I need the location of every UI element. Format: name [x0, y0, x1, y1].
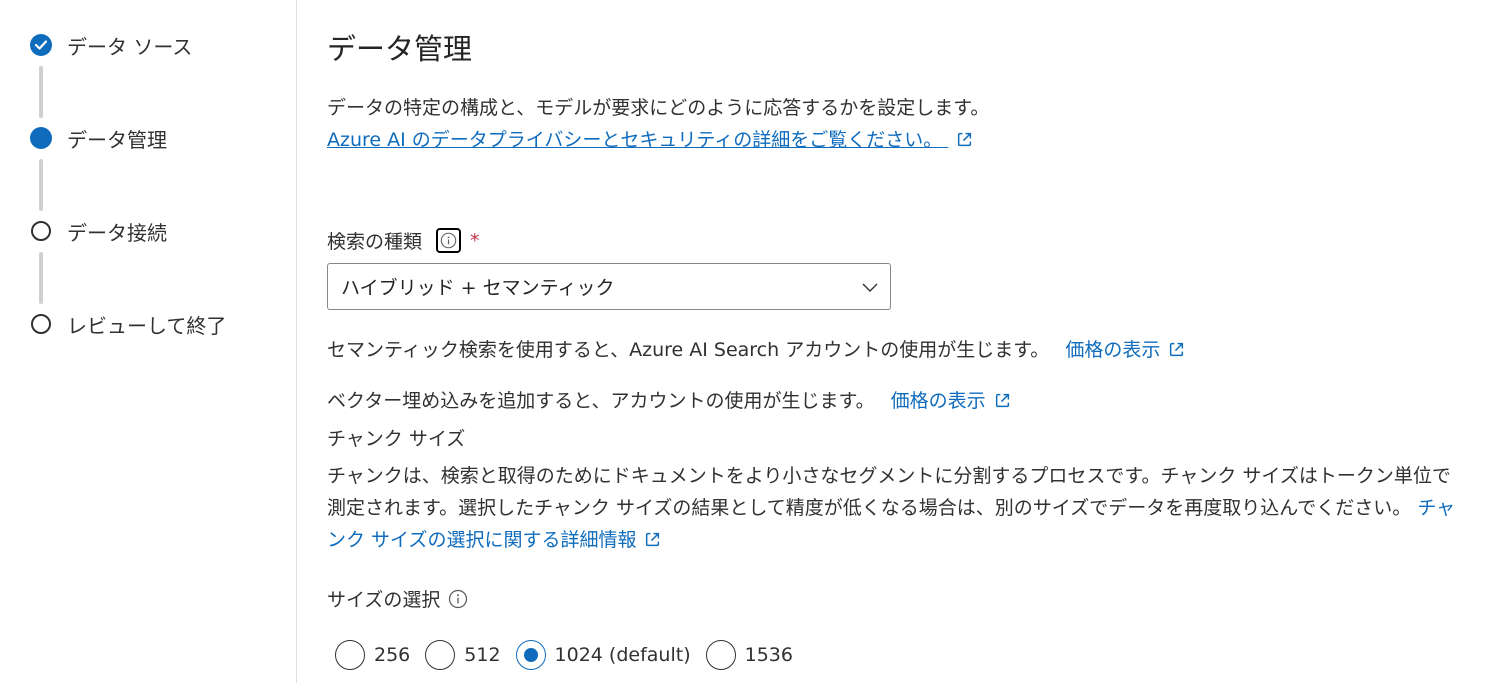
radio-button[interactable] — [425, 640, 456, 670]
step-data-management[interactable]: データ管理 — [30, 126, 167, 152]
pending-step-icon — [31, 221, 51, 241]
chunk-size-option-512[interactable]: 512 — [425, 640, 501, 670]
step-connector — [39, 66, 43, 118]
radio-button-selected[interactable] — [515, 640, 546, 670]
page-description: データの特定の構成と、モデルが要求にどのように応答するかを設定します。 — [327, 97, 990, 119]
open-external-icon — [646, 532, 660, 547]
radio-label: 1536 — [744, 644, 793, 666]
pending-step-icon — [31, 314, 51, 334]
privacy-security-link[interactable]: Azure AI のデータプライバシーとセキュリティの詳細をご覧ください。 — [327, 125, 973, 152]
vector-pricing-link[interactable]: 価格の表示 — [891, 390, 1011, 412]
step-label: データ管理 — [67, 127, 167, 152]
radio-button[interactable] — [705, 640, 736, 670]
open-external-icon — [1170, 342, 1184, 357]
radio-label: 256 — [374, 644, 411, 666]
semantic-pricing-link[interactable]: 価格の表示 — [1065, 339, 1185, 361]
page-title: データ管理 — [327, 32, 473, 66]
vector-note-text: ベクター埋め込みを追加すると、アカウントの使用が生じます。 — [327, 390, 875, 412]
privacy-link-text: Azure AI のデータプライバシーとセキュリティの詳細をご覧ください。 — [327, 129, 943, 151]
chunk-size-option-1536[interactable]: 1536 — [705, 640, 793, 670]
open-external-icon — [958, 132, 972, 147]
semantic-usage-note: セマンティック検索を使用すると、Azure AI Search アカウントの使用… — [327, 335, 1185, 362]
radio-label: 512 — [464, 644, 501, 666]
chunk-size-radio-group: 256 512 1024 (default) 1536 — [335, 640, 808, 670]
search-type-selected-value: ハイブリッド + セマンティック — [341, 277, 615, 299]
size-label-text: サイズの選択 — [327, 589, 441, 611]
step-data-source[interactable]: データ ソース — [30, 33, 193, 59]
size-selection-label: サイズの選択 — [327, 585, 468, 612]
radio-button[interactable] — [335, 640, 365, 670]
semantic-note-text: セマンティック検索を使用すると、Azure AI Search アカウントの使用… — [327, 339, 1050, 361]
pricing-link-text: 価格の表示 — [1065, 339, 1161, 361]
pricing-link-text: 価格の表示 — [890, 390, 986, 412]
checkmark-icon — [30, 34, 52, 56]
step-label: データ接続 — [67, 220, 167, 245]
step-data-connection[interactable]: データ接続 — [30, 219, 167, 245]
open-external-icon — [995, 393, 1009, 408]
radio-label: 1024 (default) — [554, 644, 691, 666]
chunk-size-option-256[interactable]: 256 — [335, 640, 410, 670]
info-icon[interactable] — [436, 228, 462, 253]
chevron-down-icon — [862, 283, 878, 292]
step-review-finish[interactable]: レビューして終了 — [30, 312, 227, 338]
vector-usage-note: ベクター埋め込みを追加すると、アカウントの使用が生じます。 価格の表示 — [327, 386, 1011, 413]
wizard-stepper: データ ソース データ管理 データ接続 レビューして終了 — [0, 0, 297, 683]
step-connector — [39, 159, 43, 211]
data-management-panel: データ管理 データの特定の構成と、モデルが要求にどのように応答するかを設定します… — [327, 0, 1467, 683]
search-type-label-text: 検索の種類 — [327, 231, 423, 253]
chunk-size-option-1024[interactable]: 1024 (default) — [515, 640, 691, 670]
chunk-description-text: チャンクは、検索と取得のためにドキュメントをより小さなセグメントに分割するプロセ… — [327, 465, 1451, 519]
search-type-label: 検索の種類 * — [327, 227, 480, 254]
step-label: レビューして終了 — [67, 313, 227, 338]
current-step-icon — [30, 127, 52, 149]
chunk-size-description: チャンクは、検索と取得のためにドキュメントをより小さなセグメントに分割するプロセ… — [327, 460, 1457, 556]
search-type-dropdown[interactable]: ハイブリッド + セマンティック — [327, 263, 891, 310]
required-indicator: * — [470, 229, 480, 252]
chunk-size-heading: チャンク サイズ — [327, 428, 466, 450]
step-connector — [39, 252, 43, 304]
step-label: データ ソース — [67, 34, 193, 59]
info-icon[interactable] — [448, 589, 468, 609]
